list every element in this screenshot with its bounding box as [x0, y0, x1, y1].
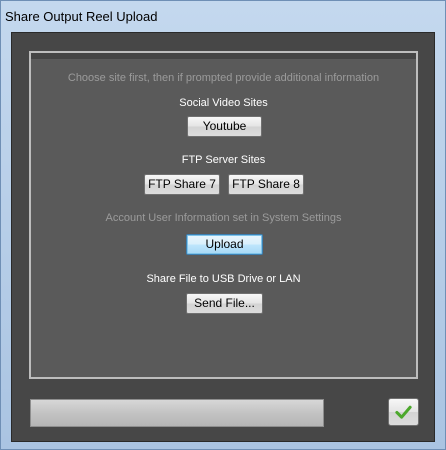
ftp-share-7-button[interactable]: FTP Share 7 [144, 174, 220, 195]
account-info-text: Account User Information set in System S… [105, 212, 342, 224]
send-file-button[interactable]: Send File... [186, 293, 263, 314]
ftp-server-sites-heading: FTP Server Sites [181, 154, 266, 166]
share-output-reel-upload-window: Share Output Reel Upload Choose site fir… [0, 0, 446, 450]
panel-top-strip [31, 53, 416, 59]
youtube-button[interactable]: Youtube [187, 116, 262, 137]
instructions-text: Choose site first, then if prompted prov… [67, 72, 380, 84]
share-options-panel: Choose site first, then if prompted prov… [29, 51, 418, 379]
upload-button[interactable]: Upload [186, 234, 263, 255]
checkmark-icon [395, 405, 412, 419]
title-bar[interactable]: Share Output Reel Upload [1, 1, 445, 31]
ftp-share-8-button[interactable]: FTP Share 8 [228, 174, 304, 195]
confirm-button[interactable] [388, 398, 419, 426]
window-title: Share Output Reel Upload [5, 9, 158, 24]
usb-lan-heading: Share File to USB Drive or LAN [146, 273, 301, 285]
upload-progress-bar [30, 399, 324, 427]
social-video-sites-heading: Social Video Sites [179, 97, 268, 109]
dialog-body: Choose site first, then if prompted prov… [11, 32, 435, 442]
